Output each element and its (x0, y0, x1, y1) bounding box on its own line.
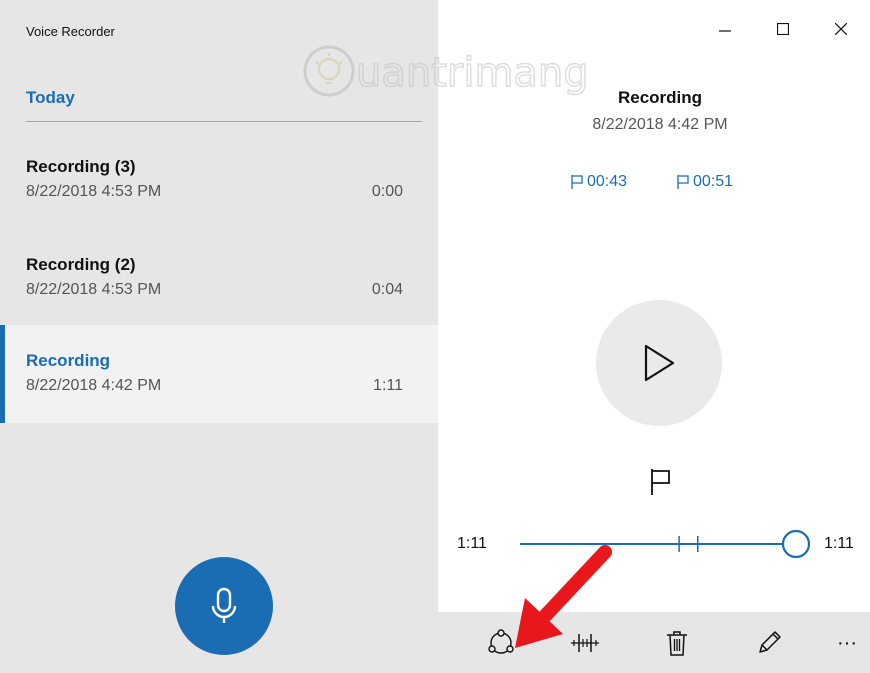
maximize-icon (777, 23, 789, 35)
slider-thumb[interactable] (781, 529, 811, 559)
more-button[interactable]: ··· (824, 620, 870, 666)
recording-date: 8/22/2018 4:53 PM (26, 281, 162, 298)
recording-name: Recording (2) (26, 255, 136, 274)
flag-icon (677, 175, 689, 189)
recording-list-item[interactable]: Recording (2) 8/22/2018 4:53 PM 0:04 (0, 229, 438, 327)
pencil-icon (759, 631, 781, 653)
flag-icon (651, 469, 670, 495)
recording-date-detail: 8/22/2018 4:42 PM (592, 116, 728, 133)
marker-time: 00:43 (587, 173, 628, 190)
close-icon (835, 23, 847, 35)
recording-title: Recording (617, 88, 703, 107)
recording-name: Recording (3) (26, 157, 136, 176)
app-title: Voice Recorder (26, 24, 115, 39)
minimize-button[interactable] (696, 12, 754, 46)
recording-duration: 1:11 (373, 377, 403, 394)
trash-icon (667, 631, 687, 656)
recording-date: 8/22/2018 4:53 PM (26, 183, 162, 200)
play-icon (644, 344, 675, 382)
rename-button[interactable] (746, 620, 792, 666)
recording-list-item[interactable]: Recording (3) 8/22/2018 4:53 PM 0:00 (0, 131, 438, 229)
microphone-icon (211, 587, 237, 623)
close-button[interactable] (812, 12, 870, 46)
minimize-icon (719, 30, 731, 32)
section-divider (26, 121, 422, 122)
marker-item[interactable]: 00:43 (571, 173, 627, 191)
add-marker-button[interactable] (646, 467, 676, 497)
recording-duration: 0:00 (371, 183, 403, 200)
window-controls (696, 12, 870, 46)
total-length-label: 1:11 (824, 535, 854, 552)
watermark-text: uantrimang (356, 50, 589, 96)
play-button[interactable] (596, 300, 722, 426)
marker-time: 00:51 (693, 173, 734, 190)
section-header-today: Today (26, 88, 75, 107)
action-toolbar: ··· (438, 612, 870, 673)
annotation-arrow (515, 545, 612, 648)
selection-indicator (0, 325, 5, 423)
delete-button[interactable] (654, 620, 700, 666)
maximize-button[interactable] (754, 12, 812, 46)
current-position-label: 1:11 (457, 535, 487, 552)
recording-name: Recording (26, 351, 111, 370)
record-button[interactable] (175, 557, 273, 655)
recording-date: 8/22/2018 4:42 PM (26, 377, 162, 394)
marker-item[interactable]: 00:51 (677, 173, 733, 191)
recording-list-item-selected[interactable]: Recording 8/22/2018 4:42 PM 1:11 (0, 325, 438, 423)
recording-duration: 0:04 (371, 281, 403, 298)
flag-icon (571, 175, 583, 189)
